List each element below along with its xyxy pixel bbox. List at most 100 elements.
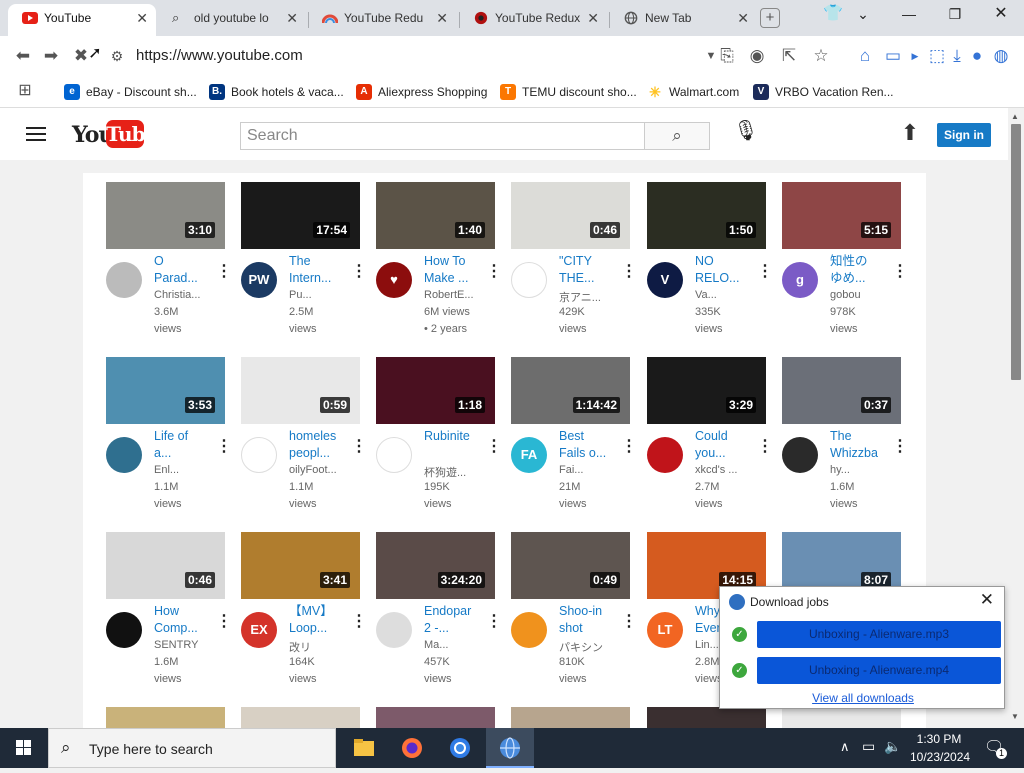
clock-date[interactable]: 10/23/2024 [910,750,970,764]
video-thumbnail[interactable] [511,707,630,728]
video-title[interactable]: The Intern... [289,253,349,287]
video-card[interactable]: 1:50 V NO RELO... ⋮ Va... 335K views [647,182,773,352]
video-thumbnail[interactable]: 1:50 [647,182,766,249]
video-thumbnail[interactable] [782,707,901,728]
video-card[interactable]: 0:49 Shoo-in shot ⋮ パキシン 810K views [511,532,637,702]
minimize-button[interactable]: — [886,0,932,30]
channel-name[interactable]: Enl... [154,464,214,476]
browser-menu-icon[interactable]: ◍ [990,45,1012,67]
volume-muted-icon[interactable]: 🔈 [884,738,901,755]
channel-name[interactable]: Pu... [289,289,349,301]
tab-youtube-redux-2[interactable]: YouTube Redux ✕ [459,4,607,36]
sidebar-icon[interactable]: ▭ [882,45,904,67]
scroll-down-arrow-icon[interactable]: ▼ [1011,712,1019,721]
channel-name[interactable]: Fai... [559,464,619,476]
more-options-icon[interactable]: ⋮ [757,264,773,280]
address-bar[interactable]: https://www.youtube.com [136,47,303,64]
close-window-button[interactable]: ✕ [978,0,1024,30]
video-thumbnail[interactable]: 3:10 [106,182,225,249]
video-title[interactable]: How Comp... [154,603,214,637]
channel-avatar[interactable] [782,437,818,473]
video-card[interactable]: 1:18 Rubinite ⋮ 杯狗遊... 195K views [376,357,502,527]
video-thumbnail[interactable] [106,707,225,728]
firefox-app[interactable] [388,728,436,768]
channel-name[interactable]: Ma... [424,639,484,651]
chrome-app[interactable] [436,728,484,768]
profile-icon[interactable]: ● [966,45,988,67]
more-options-icon[interactable]: ⋮ [757,439,773,455]
close-icon[interactable]: ✕ [980,590,994,610]
microphone-icon[interactable]: 🎙 [732,118,760,150]
channel-name[interactable]: パキシン [559,639,619,655]
video-thumbnail[interactable]: 1:40 [376,182,495,249]
video-card[interactable]: 3:53 Life of a... ⋮ Enl... 1.1M views [106,357,232,527]
tab-close-icon[interactable]: ✕ [434,4,448,32]
channel-name[interactable]: gobou [830,289,890,301]
maximize-button[interactable]: ❐ [932,0,978,30]
upload-icon[interactable]: ⬆ [898,120,922,148]
video-thumbnail[interactable] [241,707,360,728]
video-title[interactable]: homeles peopl... [289,428,349,462]
channel-name[interactable]: oilyFoot... [289,464,349,476]
channel-name[interactable]: 京アニ... [559,289,619,305]
video-thumbnail[interactable]: 0:37 [782,357,901,424]
video-thumbnail[interactable]: 3:41 [241,532,360,599]
more-options-icon[interactable]: ⋮ [621,439,637,455]
file-explorer-app[interactable] [340,728,388,768]
browser-app-active[interactable] [486,728,534,768]
hamburger-menu-icon[interactable] [26,127,46,141]
video-thumbnail[interactable]: 0:59 [241,357,360,424]
video-card[interactable]: 3:10 O Parad... ⋮ Christia... 3.6M views [106,182,232,352]
search-button[interactable]: ⌕ [644,122,710,150]
scrollbar-thumb[interactable] [1011,124,1021,380]
youtube-logo-tube[interactable]: Tube [106,120,157,148]
sign-in-button[interactable]: Sign in [937,123,991,147]
page-scrollbar[interactable]: ▲ ▼ [1008,108,1024,728]
download-job-mp3[interactable]: Unboxing - Alienware.mp3 [757,621,1001,648]
bookmark-ebay[interactable]: e eBay - Discount sh... [64,83,197,101]
channel-avatar[interactable]: LT [647,612,683,648]
video-card[interactable]: 0:46 How Comp... ⋮ SENTRY 1.6M views [106,532,232,702]
bookmark-walmart[interactable]: ✳ Walmart.com [647,83,739,101]
site-info-icon[interactable]: ⚙ [106,45,128,67]
video-thumbnail[interactable]: 0:49 [511,532,630,599]
apps-grid-icon[interactable]: ⊞ [14,80,36,102]
taskbar-search[interactable]: ⌕ Type here to search [48,728,336,768]
video-title[interactable]: O Parad... [154,253,214,287]
video-card[interactable]: 0:37 The Whizzba ⋮ hy... 1.6M views [782,357,908,527]
channel-avatar[interactable]: FA [511,437,547,473]
video-title[interactable]: 【MV】 Loop... [289,603,349,637]
downloads-icon[interactable]: ⤓ [946,45,968,67]
tab-old-youtube[interactable]: ⌕ old youtube lo ✕ [158,4,306,36]
tab-youtube-redux-1[interactable]: YouTube Redu ✕ [308,4,456,36]
more-options-icon[interactable]: ⋮ [351,614,367,630]
channel-avatar[interactable] [511,262,547,298]
video-thumbnail[interactable]: 3:53 [106,357,225,424]
more-options-icon[interactable]: ⋮ [351,264,367,280]
video-title[interactable]: The Whizzba [830,428,890,462]
channel-avatar[interactable] [106,612,142,648]
tab-new-tab[interactable]: New Tab ✕ [609,4,757,36]
channel-avatar[interactable]: ♥ [376,262,412,298]
video-thumbnail[interactable] [376,707,495,728]
scroll-up-arrow-icon[interactable]: ▲ [1011,112,1019,121]
video-title[interactable]: Best Fails o... [559,428,619,462]
download-job-mp4[interactable]: Unboxing - Alienware.mp4 [757,657,1001,684]
more-options-icon[interactable]: ⋮ [216,614,232,630]
channel-avatar[interactable]: g [782,262,818,298]
video-card[interactable]: 1:40 ♥ How To Make ... ⋮ RobertE... 6M views •… [376,182,502,352]
more-options-icon[interactable]: ⋮ [621,264,637,280]
search-input[interactable]: Search [240,122,645,150]
tab-close-icon[interactable]: ✕ [737,4,749,32]
video-card[interactable]: 1:14:42 FA Best Fails o... ⋮ Fai... 21M views [511,357,637,527]
extensions-icon[interactable]: ⬚ [926,45,948,67]
more-options-icon[interactable]: ⋮ [621,614,637,630]
channel-name[interactable]: SENTRY [154,639,214,651]
channel-avatar[interactable] [511,612,547,648]
video-title[interactable]: Life of a... [154,428,214,462]
video-thumbnail[interactable]: 1:14:42 [511,357,630,424]
channel-name[interactable]: RobertE... [424,289,484,301]
tab-youtube[interactable]: YouTube ✕ [8,4,156,36]
video-card[interactable]: 3:29 Could you... ⋮ xkcd's ... 2.7M views [647,357,773,527]
channel-avatar[interactable]: EX [241,612,277,648]
